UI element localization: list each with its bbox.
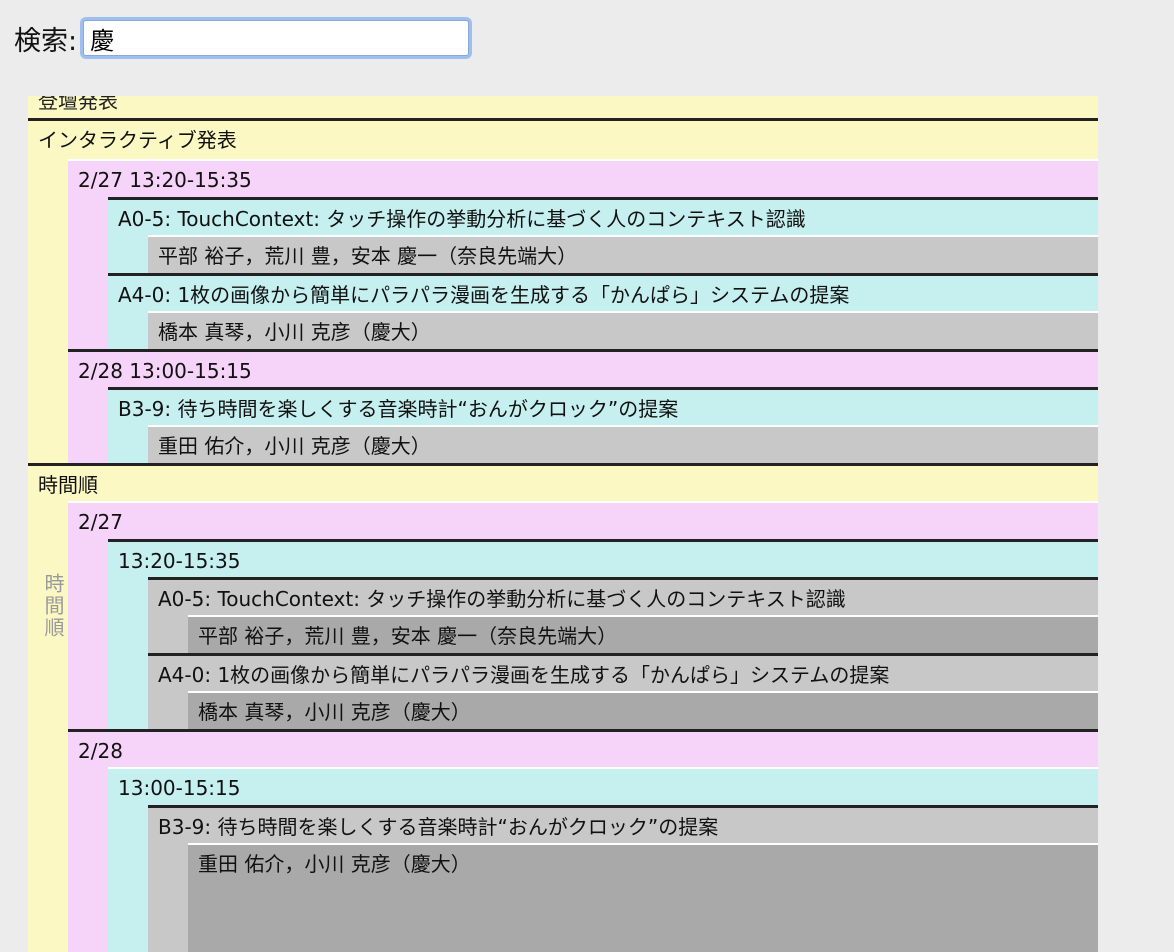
session-time[interactable]: 2/27 13:20-15:35 (68, 159, 1098, 197)
paper-authors[interactable]: 橋本 真琴，小川 克彦（慶大） (188, 691, 1098, 729)
paper-body: 平部 裕子，荒川 豊，安本 慶一（奈良先端大） (148, 235, 1098, 273)
section-chronological-body: 2/27 13:20-15:35 A0-5: TouchContext: タッチ… (68, 501, 1098, 952)
time-slot: 13:00-15:15 B3-9: 待ち時間を楽しくする音楽時計“おんがクロック… (108, 767, 1098, 952)
paper-body: 重田 佑介，小川 克彦（慶大） (188, 843, 1098, 952)
paper: A0-5: TouchContext: タッチ操作の挙動分析に基づく人のコンテキ… (148, 577, 1098, 653)
section-heading-interactive[interactable]: インタラクティブ発表 (28, 121, 1098, 159)
paper: B3-9: 待ち時間を楽しくする音楽時計“おんがクロック”の提案 重田 佑介，小… (108, 387, 1098, 463)
paper-title[interactable]: A0-5: TouchContext: タッチ操作の挙動分析に基づく人のコンテキ… (148, 577, 1098, 615)
section-chronological: 時間順 時間順 2/27 13:20-15:35 A0-5: TouchCont… (28, 463, 1098, 952)
paper-authors[interactable]: 重田 佑介，小川 克彦（慶大） (188, 843, 1098, 952)
day-date[interactable]: 2/27 (68, 501, 1098, 539)
paper: B3-9: 待ち時間を楽しくする音楽時計“おんがクロック”の提案 重田 佑介，小… (148, 805, 1098, 952)
section-heading-oral[interactable]: 登壇発表 (28, 96, 1098, 121)
paper-authors[interactable]: 橋本 真琴，小川 克彦（慶大） (148, 311, 1098, 349)
slot-time[interactable]: 13:20-15:35 (108, 539, 1098, 577)
session-body: A0-5: TouchContext: タッチ操作の挙動分析に基づく人のコンテキ… (108, 197, 1098, 349)
slot-body: B3-9: 待ち時間を楽しくする音楽時計“おんがクロック”の提案 重田 佑介，小… (148, 805, 1098, 952)
session-time[interactable]: 2/28 13:00-15:15 (68, 349, 1098, 387)
session-body: B3-9: 待ち時間を楽しくする音楽時計“おんがクロック”の提案 重田 佑介，小… (108, 387, 1098, 463)
paper-body: 橋本 真琴，小川 克彦（慶大） (188, 691, 1098, 729)
search-label: 検索: (14, 25, 78, 57)
slot-time[interactable]: 13:00-15:15 (108, 767, 1098, 805)
paper-body: 平部 裕子，荒川 豊，安本 慶一（奈良先端大） (188, 615, 1098, 653)
paper-authors[interactable]: 平部 裕子，荒川 豊，安本 慶一（奈良先端大） (148, 235, 1098, 273)
day-body: 13:20-15:35 A0-5: TouchContext: タッチ操作の挙動… (108, 539, 1098, 729)
paper-title[interactable]: B3-9: 待ち時間を楽しくする音楽時計“おんがクロック”の提案 (148, 805, 1098, 843)
paper-title[interactable]: A4-0: 1枚の画像から簡単にパラパラ漫画を生成する「かんぱら」システムの提案 (108, 273, 1098, 311)
section-interactive: インタラクティブ発表 2/27 13:20-15:35 A0-5: TouchC… (28, 121, 1098, 463)
paper: A4-0: 1枚の画像から簡単にパラパラ漫画を生成する「かんぱら」システムの提案… (148, 653, 1098, 729)
paper: A0-5: TouchContext: タッチ操作の挙動分析に基づく人のコンテキ… (108, 197, 1098, 273)
paper-title[interactable]: A0-5: TouchContext: タッチ操作の挙動分析に基づく人のコンテキ… (108, 197, 1098, 235)
session: 2/27 13:20-15:35 A0-5: TouchContext: タッチ… (68, 159, 1098, 349)
day-body: 13:00-15:15 B3-9: 待ち時間を楽しくする音楽時計“おんがクロック… (108, 767, 1098, 952)
search-input[interactable] (83, 20, 470, 56)
paper-title[interactable]: A4-0: 1枚の画像から簡単にパラパラ漫画を生成する「かんぱら」システムの提案 (148, 653, 1098, 691)
paper-body: 橋本 真琴，小川 克彦（慶大） (148, 311, 1098, 349)
paper-title[interactable]: B3-9: 待ち時間を楽しくする音楽時計“おんがクロック”の提案 (108, 387, 1098, 425)
paper-body: 重田 佑介，小川 克彦（慶大） (148, 425, 1098, 463)
program-tree: 登壇発表 インタラクティブ発表 2/27 13:20-15:35 A0-5: T… (28, 96, 1098, 952)
paper: A4-0: 1枚の画像から簡単にパラパラ漫画を生成する「かんぱら」システムの提案… (108, 273, 1098, 349)
section-heading-chronological[interactable]: 時間順 (28, 463, 1098, 501)
search-bar: 検索: (14, 14, 470, 62)
time-slot: 13:20-15:35 A0-5: TouchContext: タッチ操作の挙動… (108, 539, 1098, 729)
slot-body: A0-5: TouchContext: タッチ操作の挙動分析に基づく人のコンテキ… (148, 577, 1098, 729)
day-date[interactable]: 2/28 (68, 729, 1098, 767)
paper-authors[interactable]: 重田 佑介，小川 克彦（慶大） (148, 425, 1098, 463)
section-side-label: 時間順 (41, 573, 65, 639)
day: 2/28 13:00-15:15 B3-9: 待ち時間を楽しくする音楽時計“おん… (68, 729, 1098, 952)
session: 2/28 13:00-15:15 B3-9: 待ち時間を楽しくする音楽時計“おん… (68, 349, 1098, 463)
paper-authors[interactable]: 平部 裕子，荒川 豊，安本 慶一（奈良先端大） (188, 615, 1098, 653)
day: 2/27 13:20-15:35 A0-5: TouchContext: タッチ… (68, 501, 1098, 729)
section-interactive-body: 2/27 13:20-15:35 A0-5: TouchContext: タッチ… (68, 159, 1098, 463)
